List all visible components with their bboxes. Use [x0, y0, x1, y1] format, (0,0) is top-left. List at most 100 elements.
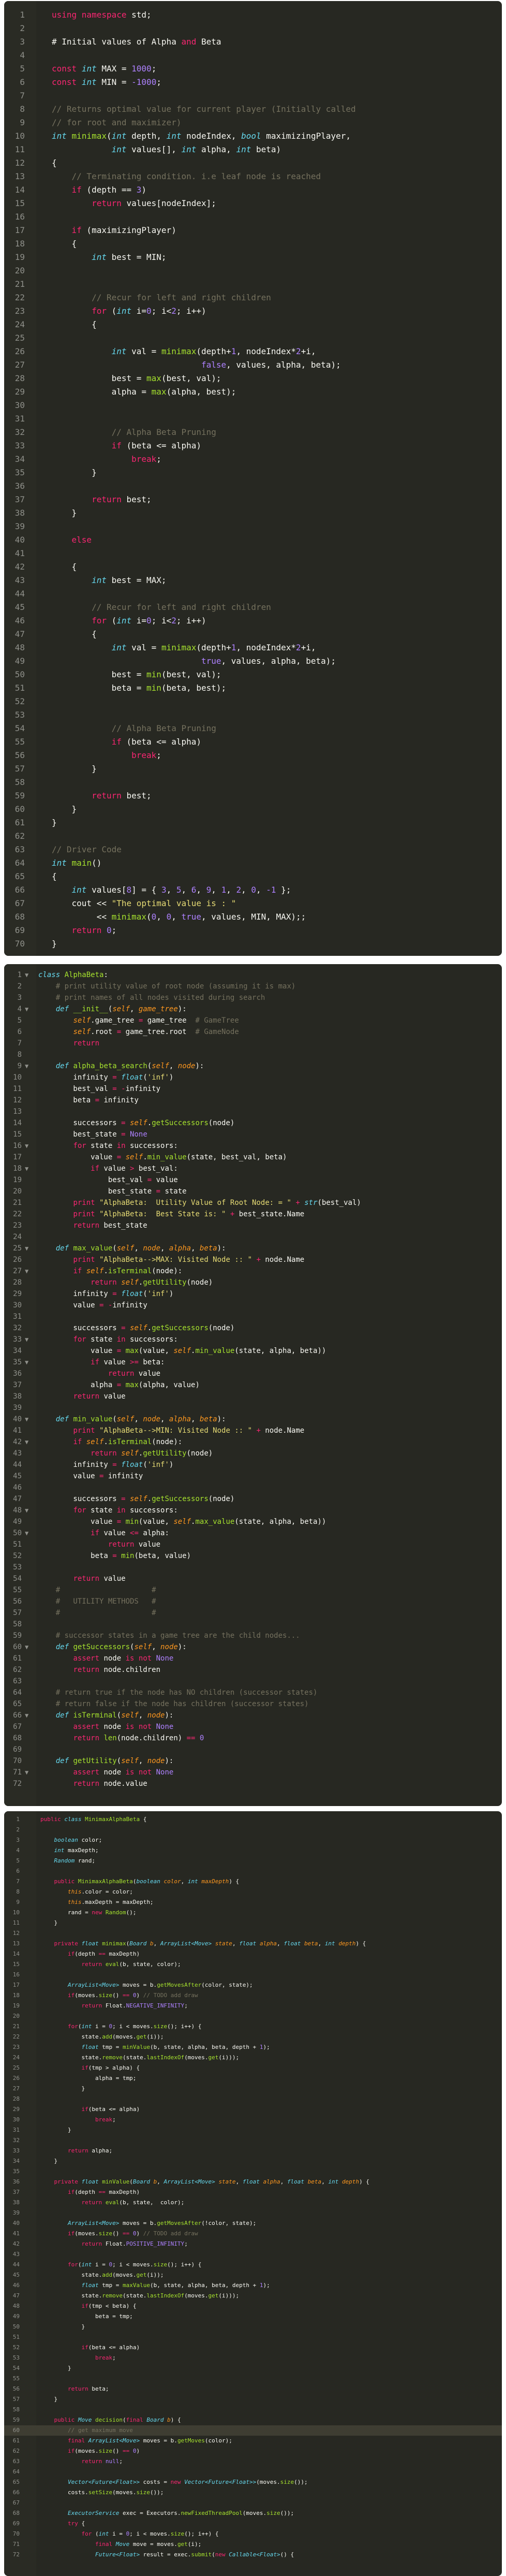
code-line[interactable]: 15 return values[nodeIndex]; [4, 197, 502, 210]
python-code-editor[interactable]: 1 ▼ class AlphaBeta: 2 # print utility valu… [4, 964, 502, 1806]
code-line[interactable]: 57 # # [4, 1607, 502, 1619]
code-line[interactable]: 5 const int MAX = 1000; [4, 62, 502, 76]
code-line[interactable]: 45 // Recur for left and right children [4, 601, 502, 614]
code-line[interactable]: 11 best_val = -infinity [4, 1083, 502, 1095]
code-line[interactable]: 30 break; [4, 2115, 502, 2125]
code-line[interactable]: 61} [4, 816, 502, 829]
code-line[interactable]: 29 if(beta <= alpha) [4, 2104, 502, 2115]
code-line[interactable]: 34 } [4, 2156, 502, 2166]
code-line[interactable]: 13 [4, 1106, 502, 1117]
code-line[interactable]: 41 [4, 547, 502, 560]
fold-arrow-icon[interactable]: ▼ [25, 1641, 28, 1653]
code-line[interactable]: 2 [4, 1825, 502, 1835]
code-line[interactable]: 13 // Terminating condition. i.e leaf no… [4, 170, 502, 183]
code-line[interactable]: 59 public Move decision(final Board b) { [4, 2415, 502, 2425]
code-line[interactable]: 4 [4, 49, 502, 62]
code-line[interactable]: 63 // Driver Code [4, 843, 502, 856]
code-line[interactable]: 58 [4, 776, 502, 789]
code-line[interactable]: 25 [4, 331, 502, 345]
code-line[interactable]: 38 return eval(b, state, color); [4, 2197, 502, 2208]
code-line[interactable]: 29 alpha = max(alpha, best); [4, 385, 502, 399]
code-line[interactable]: 19 return Float.NEGATIVE_INFINITY; [4, 2001, 502, 2011]
code-line[interactable]: 31 } [4, 2125, 502, 2135]
code-line[interactable]: 45 value = infinity [4, 1471, 502, 1482]
code-line[interactable]: 63 [4, 1676, 502, 1687]
code-line[interactable]: 54 return value [4, 1573, 502, 1584]
code-line[interactable]: 23 float tmp = minValue(b, state, alpha,… [4, 2042, 502, 2053]
code-line[interactable]: 72 return node.value [4, 1778, 502, 1789]
code-line[interactable]: 18 { [4, 237, 502, 251]
code-line[interactable]: 7 return [4, 1038, 502, 1049]
fold-arrow-icon[interactable]: ▼ [25, 969, 28, 981]
code-line[interactable]: 6 [4, 1866, 502, 1876]
code-line[interactable]: 10 infinity = float('inf') [4, 1072, 502, 1083]
code-line[interactable]: 26 alpha = tmp; [4, 2073, 502, 2084]
code-line[interactable]: 24 { [4, 318, 502, 331]
code-line[interactable]: 22 print "AlphaBeta: Best State is: " + … [4, 1209, 502, 1220]
code-line[interactable]: 50 ▼ if value <= alpha: [4, 1527, 502, 1539]
code-line[interactable]: 69 try { [4, 2519, 502, 2529]
code-line[interactable]: 58 [4, 2405, 502, 2415]
code-line[interactable]: 60 ▼ def getSuccessors(self, node): [4, 1641, 502, 1653]
code-line[interactable]: 56 break; [4, 749, 502, 762]
code-line[interactable]: 20 best_state = state [4, 1186, 502, 1197]
code-line[interactable]: 30 value = -infinity [4, 1300, 502, 1311]
code-line[interactable]: 22 // Recur for left and right children [4, 291, 502, 304]
code-line[interactable]: 70 for (int i = 0; i < moves.size(); i++… [4, 2529, 502, 2539]
code-line[interactable]: 12 beta = infinity [4, 1095, 502, 1106]
code-line[interactable]: 16 [4, 210, 502, 224]
code-line[interactable]: 55 # # [4, 1584, 502, 1596]
code-line[interactable]: 37 return best; [4, 493, 502, 506]
code-line[interactable]: 17 value = self.min_value(state, best_va… [4, 1152, 502, 1163]
code-line[interactable]: 5 self.game_tree = game_tree # GameTree [4, 1015, 502, 1026]
code-line[interactable]: 9 this.maxDepth = maxDepth; [4, 1897, 502, 1908]
code-line[interactable]: 41 if(moves.size() == 0) // TODO add dra… [4, 2229, 502, 2239]
code-line[interactable]: 20 [4, 2011, 502, 2021]
code-line[interactable]: 16 [4, 1970, 502, 1980]
code-line[interactable]: 20 [4, 264, 502, 278]
code-line[interactable]: 42 { [4, 560, 502, 574]
code-line[interactable]: 23 for (int i=0; i<2; i++) [4, 304, 502, 318]
code-line[interactable]: 6 self.root = game_tree.root # GameNode [4, 1026, 502, 1038]
code-line[interactable]: 50 } [4, 2322, 502, 2332]
code-line[interactable]: 43 [4, 2249, 502, 2260]
fold-arrow-icon[interactable]: ▼ [25, 1060, 28, 1072]
code-line[interactable]: 28 return self.getUtility(node) [4, 1277, 502, 1288]
fold-arrow-icon[interactable]: ▼ [25, 1767, 28, 1778]
code-line[interactable]: 27 ▼ if self.isTerminal(node): [4, 1265, 502, 1277]
code-line[interactable]: 7 public MinimaxAlphaBeta(boolean color,… [4, 1876, 502, 1887]
code-line[interactable]: 33 ▼ for state in successors: [4, 1334, 502, 1345]
code-line[interactable]: 39 [4, 1402, 502, 1414]
code-line[interactable]: 59 return best; [4, 789, 502, 803]
code-line[interactable]: 18 ▼ if value > best_val: [4, 1163, 502, 1174]
code-line[interactable]: 56 # UTILITY METHODS # [4, 1596, 502, 1607]
code-line[interactable]: 1 public class MinimaxAlphaBeta { [4, 1814, 502, 1825]
fold-arrow-icon[interactable]: ▼ [25, 1357, 28, 1368]
code-line[interactable]: 31 [4, 412, 502, 426]
code-line[interactable]: 2 # print utility value of root node (as… [4, 981, 502, 992]
code-line[interactable]: 35 ▼ if value >= beta: [4, 1357, 502, 1368]
code-line[interactable]: 17 if (maximizingPlayer) [4, 224, 502, 237]
code-line[interactable]: 28 [4, 2094, 502, 2104]
code-line[interactable]: 71 ▼ assert node is not None [4, 1767, 502, 1778]
code-line[interactable]: 52 if(beta <= alpha) [4, 2342, 502, 2353]
code-line[interactable]: 42 return Float.POSITIVE_INFINITY; [4, 2239, 502, 2249]
code-line[interactable]: 49 value = min(value, self.max_value(sta… [4, 1516, 502, 1527]
fold-arrow-icon[interactable]: ▼ [25, 1243, 28, 1254]
code-line[interactable]: 36 return value [4, 1368, 502, 1379]
code-line[interactable]: 68 ExecutorService exec = Executors.newF… [4, 2508, 502, 2519]
code-line[interactable]: 13 private float minimax(Board b, ArrayL… [4, 1939, 502, 1949]
code-line[interactable]: 14 if (depth == 3) [4, 183, 502, 197]
code-line[interactable]: 66 costs.setSize(moves.size()); [4, 2487, 502, 2498]
code-line[interactable]: 34 break; [4, 453, 502, 466]
code-line[interactable]: 17 ArrayList<Move> moves = b.getMovesAft… [4, 1980, 502, 1990]
fold-arrow-icon[interactable]: ▼ [25, 1265, 28, 1277]
code-line[interactable]: 67 assert node is not None [4, 1721, 502, 1733]
code-line[interactable]: 44 for(int i = 0; i < moves.size(); i++)… [4, 2260, 502, 2270]
code-line[interactable]: 27 } [4, 2084, 502, 2094]
code-line[interactable]: 35 } [4, 466, 502, 479]
code-line[interactable]: 50 best = min(best, val); [4, 668, 502, 681]
code-line[interactable]: 10 int minimax(int depth, int nodeIndex, … [4, 129, 502, 143]
code-line[interactable]: 7 [4, 89, 502, 103]
code-line[interactable]: 52 [4, 695, 502, 708]
